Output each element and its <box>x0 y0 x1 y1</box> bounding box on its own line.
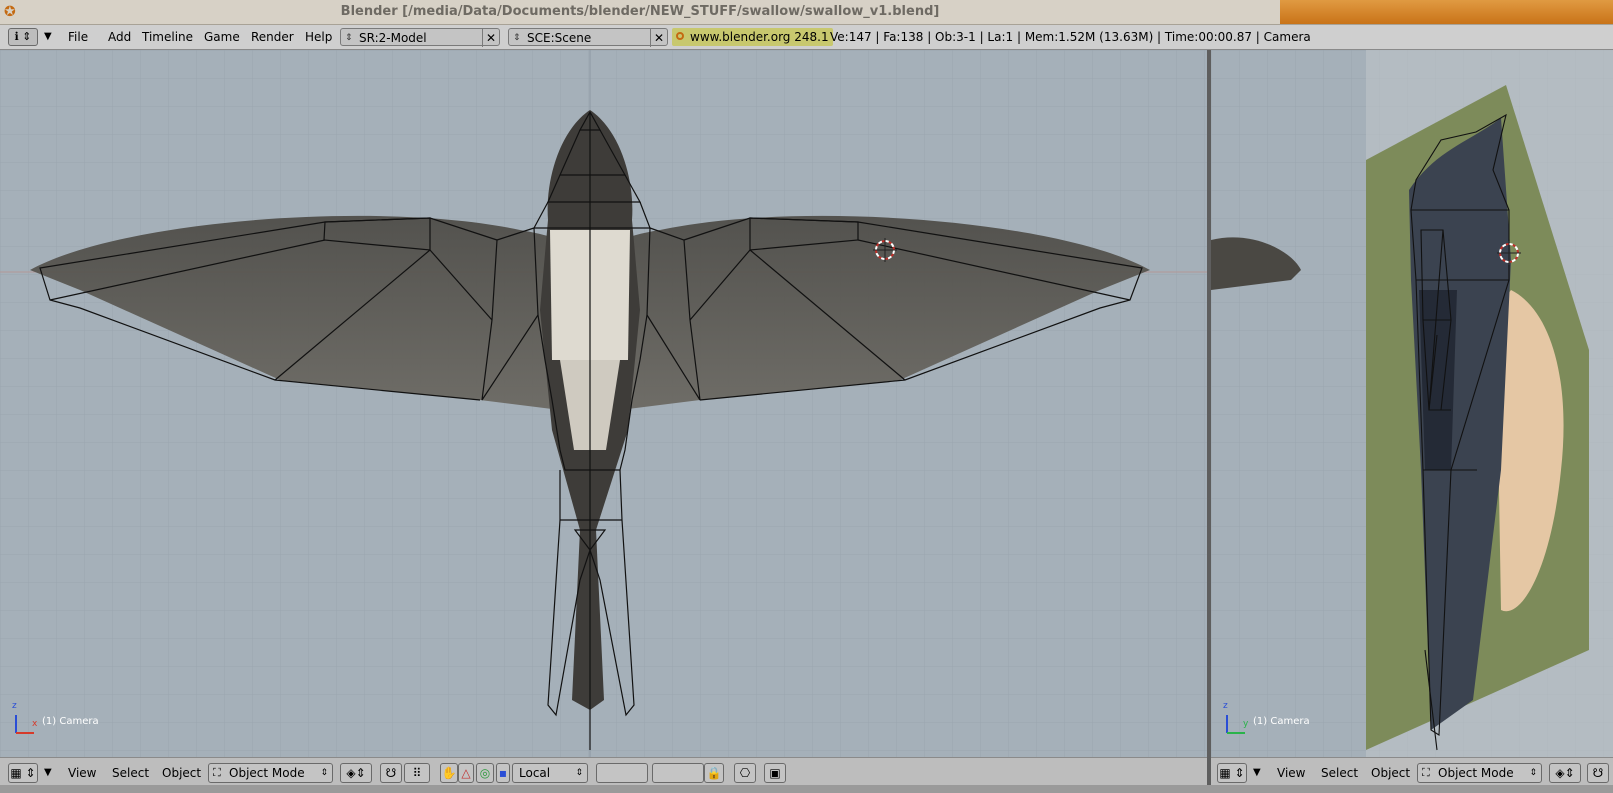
menu-object[interactable]: Object <box>1371 763 1410 783</box>
square-icon: ▪ <box>498 766 508 780</box>
front-viewport-header: ▦ ⇕ ▼ View Select Object ⛶ Object Mode ⇕… <box>0 757 1207 786</box>
grid-icon: ▦ ⇕ <box>10 766 36 780</box>
translate-manipulator-button[interactable]: △ <box>458 763 474 783</box>
updown-arrow-icon: ⇕ <box>1529 768 1537 778</box>
scale-manipulator-button[interactable]: ▪ <box>496 763 510 783</box>
draw-type-dropdown[interactable]: ◈⇕ <box>1549 763 1581 783</box>
main-header: ℹ ⇕ ▼ File Add Timeline Game Render Help… <box>0 25 1613 50</box>
side-3d-viewport[interactable]: z y (1) Camera <box>1211 50 1613 757</box>
axis-label-y: y <box>1243 719 1249 729</box>
object-mode-icon: ⛶ <box>213 766 221 779</box>
lock-icon: 🔒 <box>706 766 722 780</box>
link-icon: ⎔ <box>739 766 751 780</box>
updown-arrow-icon: ⇕ <box>345 33 353 43</box>
screen-selector[interactable]: ⇕ SR:2-Model ✕ <box>340 28 500 47</box>
updown-arrow-icon: ⇕ <box>320 768 328 778</box>
triangle-icon: △ <box>461 766 471 780</box>
info-icon: ℹ ⇕ <box>14 30 32 43</box>
pivot-button[interactable]: ☋ <box>380 763 402 783</box>
side-viewport-canvas[interactable] <box>1211 50 1613 757</box>
bottom-panel-edge <box>0 785 1613 793</box>
grid-icon: ▦ ⇕ <box>1219 766 1245 780</box>
dots-icon: ⠿ <box>412 766 422 780</box>
menu-add[interactable]: Add <box>108 25 131 49</box>
window-title: Blender [/media/Data/Documents/blender/N… <box>340 4 940 19</box>
layers-row-1[interactable] <box>596 763 648 783</box>
close-scene-icon[interactable]: ✕ <box>650 29 667 47</box>
layer-toggle-button[interactable]: ⠿ <box>404 763 430 783</box>
side-viewport-header: ▦ ⇕ ▼ View Select Object ⛶ Object Mode ⇕… <box>1211 757 1613 786</box>
scene-stats: Ve:147 | Fa:138 | Ob:3-1 | La:1 | Mem:1.… <box>830 30 1311 44</box>
collapse-menu-icon[interactable]: ▼ <box>1253 763 1261 783</box>
draw-type-dropdown[interactable]: ◈⇕ <box>340 763 372 783</box>
menu-view[interactable]: View <box>68 763 96 783</box>
updown-arrow-icon: ⇕ <box>513 33 521 43</box>
orientation-dropdown[interactable]: Local ⇕ <box>512 763 588 783</box>
shading-icon: ◈⇕ <box>1555 766 1575 780</box>
mode-dropdown[interactable]: ⛶ Object Mode ⇕ <box>1417 763 1542 783</box>
viewport-object-label: (1) Camera <box>42 716 99 727</box>
collapse-menu-icon[interactable]: ▼ <box>44 763 52 783</box>
blender-logo-icon <box>676 32 684 40</box>
window-titlebar: ✪ Blender [/media/Data/Documents/blender… <box>0 0 1613 25</box>
rotate-manipulator-button[interactable]: ◎ <box>476 763 494 783</box>
magnet-icon: ☋ <box>385 766 397 780</box>
hand-icon: ✋ <box>441 766 457 780</box>
axis-label-z: z <box>12 701 17 711</box>
shading-icon: ◈⇕ <box>346 766 366 780</box>
layers-row-2[interactable] <box>652 763 704 783</box>
viewport-object-label: (1) Camera <box>1253 716 1310 727</box>
axis-label-z: z <box>1223 701 1228 711</box>
menu-object[interactable]: Object <box>162 763 201 783</box>
menu-select[interactable]: Select <box>1321 763 1358 783</box>
menu-timeline[interactable]: Timeline <box>142 25 193 49</box>
menu-select[interactable]: Select <box>112 763 149 783</box>
mode-dropdown[interactable]: ⛶ Object Mode ⇕ <box>208 763 333 783</box>
scene-selector[interactable]: ⇕ SCE:Scene ✕ <box>508 28 668 47</box>
lock-layers-button[interactable]: 🔒 <box>704 763 724 783</box>
front-viewport-canvas[interactable] <box>0 50 1207 757</box>
pivot-button[interactable]: ☋ <box>1587 763 1609 783</box>
menu-view[interactable]: View <box>1277 763 1305 783</box>
front-3d-viewport[interactable]: z x (1) Camera <box>0 50 1207 757</box>
link-scene-button[interactable]: ⎔ <box>734 763 756 783</box>
screen-name[interactable]: SR:2-Model <box>359 31 427 45</box>
editor-type-button[interactable]: ▦ ⇕ <box>1217 763 1247 783</box>
menu-render[interactable]: Render <box>251 25 294 49</box>
editor-type-button[interactable]: ▦ ⇕ <box>8 763 38 783</box>
menu-help[interactable]: Help <box>305 25 332 49</box>
render-preview-button[interactable]: ▣ <box>764 763 786 783</box>
titlebar-accent <box>1280 0 1613 24</box>
axis-label-x: x <box>32 719 38 729</box>
scene-name[interactable]: SCE:Scene <box>527 31 591 45</box>
close-screen-icon[interactable]: ✕ <box>482 29 499 47</box>
updown-arrow-icon: ⇕ <box>575 768 583 778</box>
image-icon: ▣ <box>769 766 781 780</box>
circle-icon: ◎ <box>479 766 491 780</box>
menu-game[interactable]: Game <box>204 25 240 49</box>
magnet-icon: ☋ <box>1592 766 1604 780</box>
collapse-menu-icon[interactable]: ▼ <box>44 25 52 49</box>
version-link[interactable]: www.blender.org 248.1 <box>672 28 833 46</box>
manipulator-hand-button[interactable]: ✋ <box>440 763 458 783</box>
info-editor-button[interactable]: ℹ ⇕ <box>8 28 38 46</box>
menu-file[interactable]: File <box>68 25 88 49</box>
object-mode-icon: ⛶ <box>1422 766 1430 779</box>
